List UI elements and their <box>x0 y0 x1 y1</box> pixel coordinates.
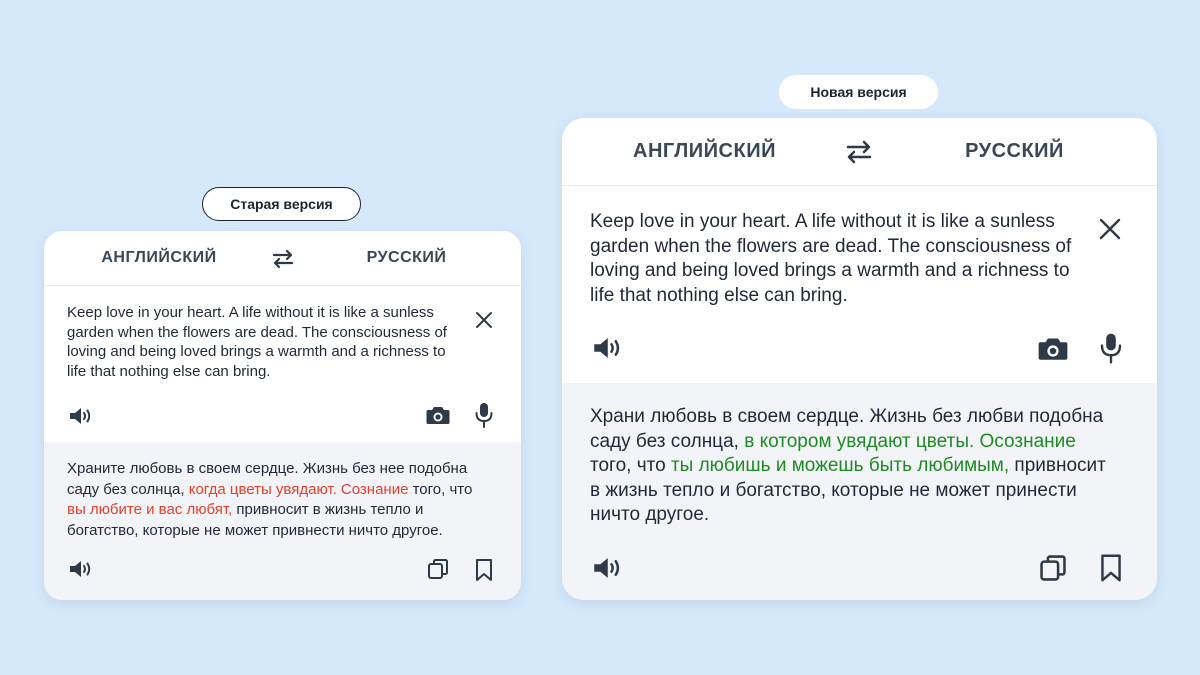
source-language-selector[interactable]: АНГЛИЙСКИЙ <box>617 118 792 185</box>
camera-icon[interactable] <box>424 402 452 428</box>
language-bar: АНГЛИЙСКИЙ РУССКИЙ <box>44 231 521 286</box>
copy-icon[interactable] <box>425 556 451 582</box>
translation-text: Храни любовь в своем сердце. Жизнь без л… <box>590 405 1120 528</box>
old-version-label: Старая версия <box>230 196 333 212</box>
source-language-selector[interactable]: АНГЛИЙСКИЙ <box>84 231 234 285</box>
new-version-badge: Новая версия <box>779 75 938 109</box>
translation-panel: Храните любовь в своем сердце. Жизнь без… <box>44 442 521 600</box>
translation-segment: того, что <box>590 455 671 476</box>
microphone-icon[interactable] <box>1096 330 1126 366</box>
speaker-icon[interactable] <box>68 556 96 582</box>
highlighted-error-phrase: когда цветы увядают. Сознание <box>188 480 409 498</box>
source-text-input[interactable]: Keep love in your heart. A life without … <box>67 303 452 381</box>
close-icon[interactable] <box>1095 214 1125 244</box>
close-icon[interactable] <box>472 308 496 332</box>
swap-arrows-icon[interactable] <box>268 247 298 271</box>
source-text-input[interactable]: Keep love in your heart. A life without … <box>590 210 1080 308</box>
language-bar: АНГЛИЙСКИЙ РУССКИЙ <box>562 118 1157 186</box>
source-panel: Keep love in your heart. A life without … <box>44 286 521 442</box>
new-version-label: Новая версия <box>810 84 907 100</box>
speaker-icon[interactable] <box>68 403 96 429</box>
target-language-selector[interactable]: РУССКИЙ <box>947 118 1082 185</box>
translation-text: Храните любовь в своем сердце. Жизнь без… <box>67 459 487 541</box>
speaker-icon[interactable] <box>592 333 626 363</box>
bookmark-icon[interactable] <box>472 556 496 584</box>
swap-arrows-icon[interactable] <box>843 138 875 166</box>
target-language-selector[interactable]: РУССКИЙ <box>344 231 469 285</box>
bookmark-icon[interactable] <box>1097 551 1125 585</box>
microphone-icon[interactable] <box>472 400 496 430</box>
translation-segment: того, что <box>408 480 473 498</box>
highlighted-improved-phrase: в котором увядают цветы. Осознание <box>744 430 1076 452</box>
camera-icon[interactable] <box>1036 333 1070 363</box>
speaker-icon[interactable] <box>592 553 626 583</box>
highlighted-improved-phrase: ты любишь и можешь быть любимым, <box>670 455 1010 476</box>
old-translator-card: АНГЛИЙСКИЙ РУССКИЙ Keep love in your hea… <box>44 231 521 600</box>
old-version-badge: Старая версия <box>202 187 361 221</box>
copy-icon[interactable] <box>1037 552 1069 584</box>
highlighted-error-phrase: вы любите и вас любят, <box>67 501 233 518</box>
